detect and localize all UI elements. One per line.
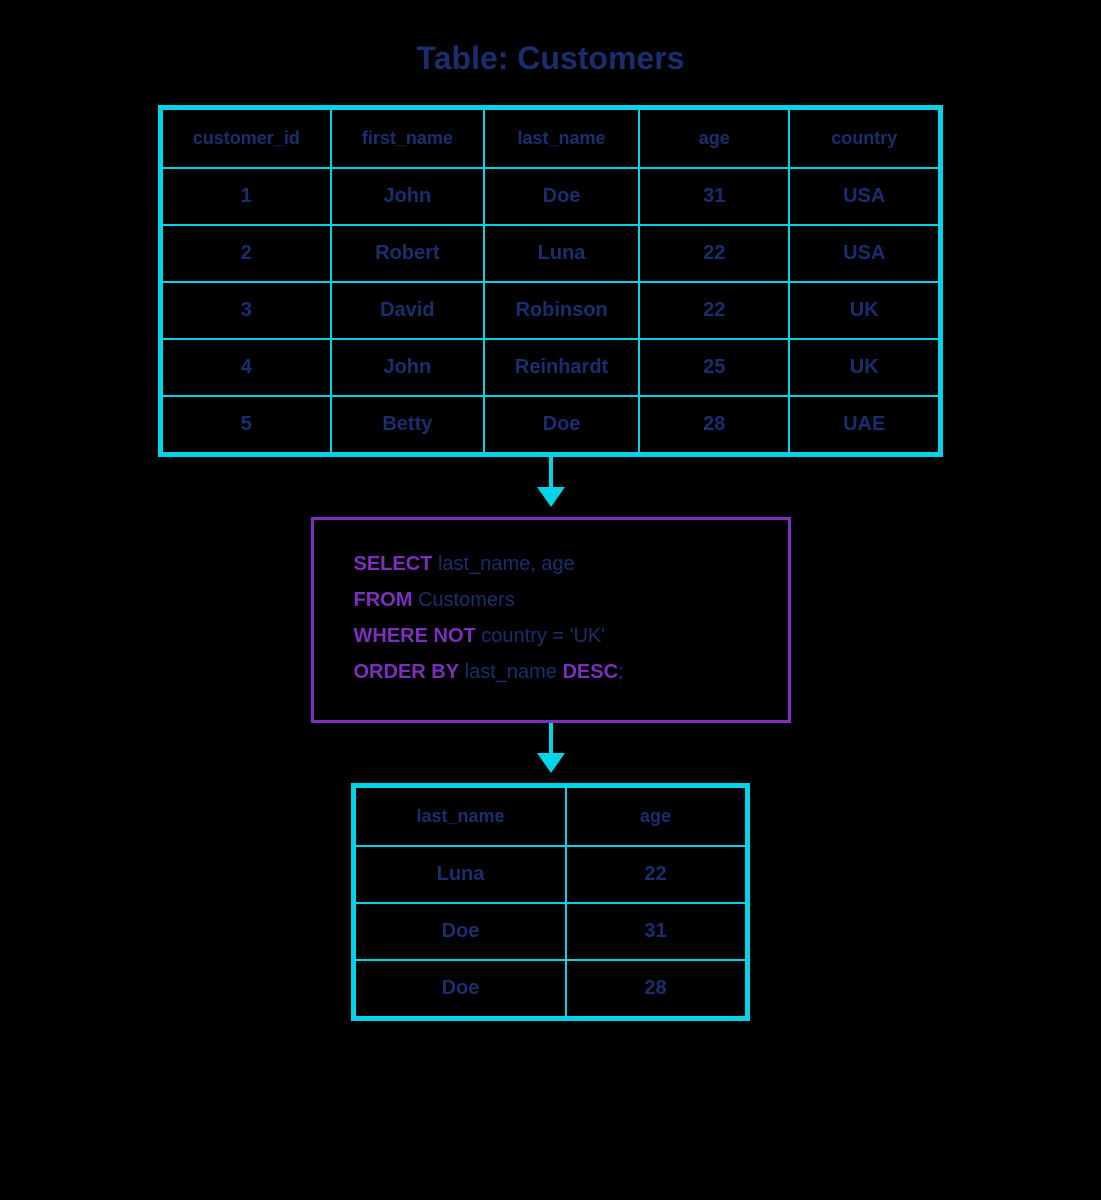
table-row: Doe28: [355, 960, 745, 1017]
page-container: Table: Customers customer_id first_name …: [0, 0, 1101, 1200]
cell-first_name: David: [331, 282, 484, 339]
table-row: 4JohnReinhardt25UK: [162, 339, 939, 396]
cell-country: USA: [789, 168, 939, 225]
sql-box: SELECT last_name, age FROM Customers WHE…: [311, 517, 791, 723]
cell-customer_id: 2: [162, 225, 331, 282]
sql-text-3: country = 'UK': [476, 625, 605, 647]
sql-keyword-desc: DESC: [562, 661, 618, 683]
result-cell-last_name: Luna: [355, 846, 565, 903]
sql-text-2: Customers: [412, 589, 514, 611]
result-cell-last_name: Doe: [355, 960, 565, 1017]
col-header-first-name: first_name: [331, 109, 484, 168]
table-row: 5BettyDoe28UAE: [162, 396, 939, 453]
sql-line-4: ORDER BY last_name DESC;: [354, 656, 748, 688]
result-col-header-age: age: [566, 787, 746, 846]
cell-first_name: Robert: [331, 225, 484, 282]
sql-line-3: WHERE NOT country = 'UK': [354, 620, 748, 652]
cell-customer_id: 3: [162, 282, 331, 339]
table-row: Doe31: [355, 903, 745, 960]
sql-text-1: last_name, age: [432, 553, 574, 575]
table-row: Luna22: [355, 846, 745, 903]
customers-table-header-row: customer_id first_name last_name age cou…: [162, 109, 939, 168]
cell-country: USA: [789, 225, 939, 282]
cell-country: UK: [789, 339, 939, 396]
col-header-country: country: [789, 109, 939, 168]
table-row: 1JohnDoe31USA: [162, 168, 939, 225]
cell-customer_id: 5: [162, 396, 331, 453]
customers-table-wrapper: customer_id first_name last_name age cou…: [158, 105, 943, 457]
col-header-customer-id: customer_id: [162, 109, 331, 168]
cell-age: 22: [639, 225, 789, 282]
result-table: last_name age Luna22Doe31Doe28: [354, 786, 746, 1018]
cell-age: 31: [639, 168, 789, 225]
sql-line-1: SELECT last_name, age: [354, 548, 748, 580]
sql-keyword-from: FROM: [354, 589, 413, 611]
result-cell-age: 28: [566, 960, 746, 1017]
cell-last_name: Reinhardt: [484, 339, 639, 396]
cell-first_name: John: [331, 168, 484, 225]
table-row: 2RobertLuna22USA: [162, 225, 939, 282]
page-title: Table: Customers: [417, 40, 685, 77]
col-header-last-name: last_name: [484, 109, 639, 168]
cell-age: 22: [639, 282, 789, 339]
table-row: 3DavidRobinson22UK: [162, 282, 939, 339]
sql-line-2: FROM Customers: [354, 584, 748, 616]
col-header-age: age: [639, 109, 789, 168]
result-cell-age: 22: [566, 846, 746, 903]
cell-customer_id: 4: [162, 339, 331, 396]
cell-country: UAE: [789, 396, 939, 453]
cell-last_name: Robinson: [484, 282, 639, 339]
result-cell-last_name: Doe: [355, 903, 565, 960]
cell-age: 25: [639, 339, 789, 396]
cell-last_name: Doe: [484, 396, 639, 453]
sql-keyword-order-by: ORDER BY: [354, 661, 460, 683]
cell-first_name: John: [331, 339, 484, 396]
result-col-header-last-name: last_name: [355, 787, 565, 846]
result-cell-age: 31: [566, 903, 746, 960]
sql-text-4: last_name: [459, 661, 562, 683]
cell-first_name: Betty: [331, 396, 484, 453]
cell-age: 28: [639, 396, 789, 453]
cell-customer_id: 1: [162, 168, 331, 225]
sql-keyword-where-not: WHERE NOT: [354, 625, 476, 647]
sql-text-end: ;: [618, 661, 624, 683]
customers-table: customer_id first_name last_name age cou…: [161, 108, 940, 454]
result-table-header-row: last_name age: [355, 787, 745, 846]
cell-last_name: Doe: [484, 168, 639, 225]
result-table-wrapper: last_name age Luna22Doe31Doe28: [351, 783, 749, 1021]
cell-last_name: Luna: [484, 225, 639, 282]
cell-country: UK: [789, 282, 939, 339]
sql-keyword-select: SELECT: [354, 553, 433, 575]
